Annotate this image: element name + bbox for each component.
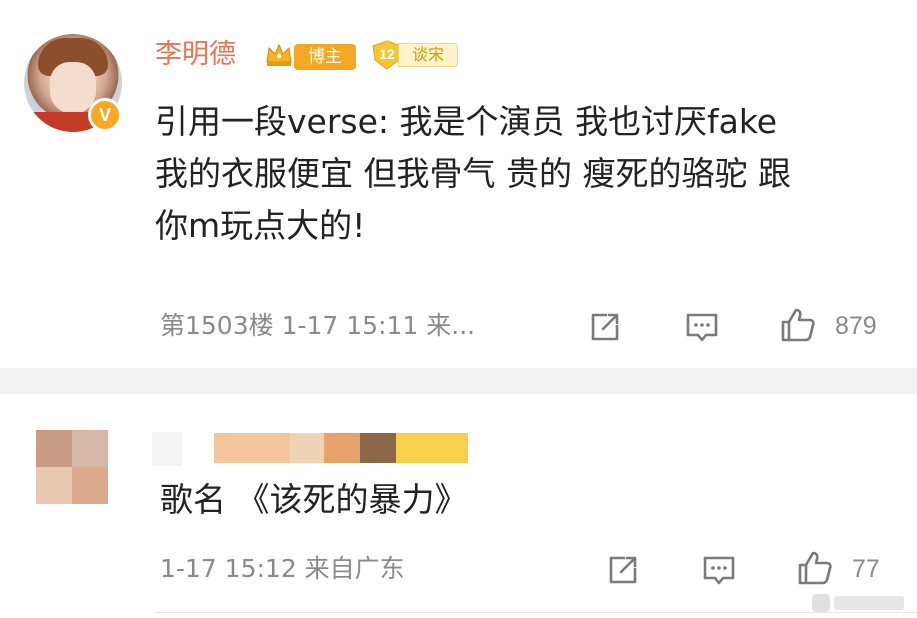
crown-icon <box>266 43 292 66</box>
username-mosaic-block <box>324 433 360 463</box>
username-mosaic-block <box>290 433 324 463</box>
level-badge[interactable]: 12 谈宋 <box>370 40 458 70</box>
share-icon[interactable] <box>603 550 643 590</box>
thumbs-up-icon[interactable] <box>795 548 835 588</box>
level-number: 12 <box>379 46 395 62</box>
divider <box>155 612 917 613</box>
comment-text: 引用一段verse: 我是个演员 我也讨厌fake 我的衣服便宜 但我骨气 贵的… <box>155 102 791 245</box>
username[interactable]: 李明德 <box>155 38 236 72</box>
username-mosaic-block <box>214 433 290 463</box>
comment-card-1: V 李明德 博主 12 谈宋 引用一段verse: 我是个演员 我也讨厌fake… <box>0 0 917 368</box>
avatar-obscured[interactable] <box>36 430 108 504</box>
verified-badge: V <box>88 98 122 132</box>
username-mosaic-block <box>360 433 396 463</box>
level-label: 谈宋 <box>398 43 458 67</box>
comment-text: 歌名 《该死的暴力》 <box>160 480 468 519</box>
comment-icon[interactable] <box>699 550 739 590</box>
comment-meta: 1-17 15:12 来自广东 <box>160 554 405 583</box>
like-count: 77 <box>852 555 880 583</box>
thumbs-up-icon[interactable] <box>778 305 818 345</box>
username-mosaic-block <box>152 432 182 466</box>
share-icon[interactable] <box>585 307 625 347</box>
comment-icon[interactable] <box>682 307 722 347</box>
comment-meta: 第1503楼 1-17 15:11 来... <box>160 311 476 340</box>
watermark-mark <box>812 594 904 612</box>
comment-separator <box>0 368 917 394</box>
username-mosaic-block <box>396 433 468 463</box>
blogger-badge[interactable]: 博主 <box>294 44 356 70</box>
like-count: 879 <box>835 312 877 340</box>
